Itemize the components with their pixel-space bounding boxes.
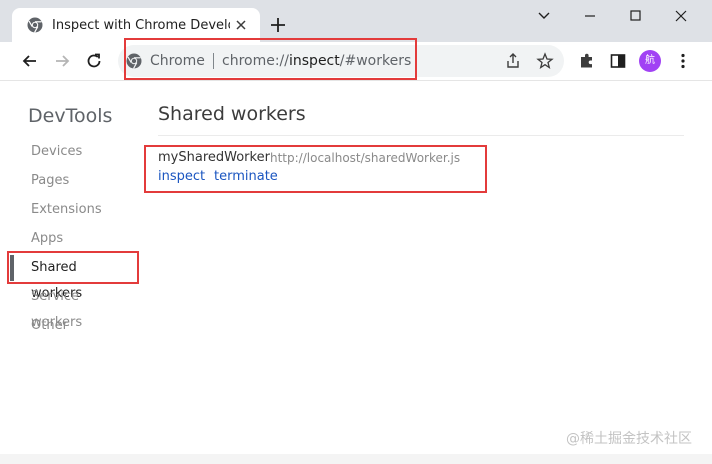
- star-icon[interactable]: [536, 52, 554, 70]
- sidebar-item-service-workers[interactable]: Service workers: [10, 284, 130, 330]
- url-scheme: chrome://: [222, 53, 289, 69]
- chevron-down-icon[interactable]: [532, 6, 556, 26]
- sidebar-item-extensions[interactable]: Extensions: [10, 197, 130, 223]
- omnibox-divider: [213, 53, 214, 69]
- tab-title: Inspect with Chrome Developer Tools: [52, 18, 230, 33]
- site-chip-label: Chrome: [150, 53, 205, 69]
- terminate-link[interactable]: terminate: [214, 169, 278, 185]
- forward-arrow-icon[interactable]: [52, 51, 72, 71]
- page-title: Shared workers: [158, 103, 306, 125]
- share-icon[interactable]: [504, 52, 522, 70]
- kebab-menu-icon[interactable]: [673, 51, 693, 71]
- omnibox[interactable]: Chrome chrome://inspect/#workers: [118, 45, 564, 77]
- sidebar-title: DevTools: [28, 105, 113, 127]
- watermark: @稀土掘金技术社区: [566, 431, 692, 447]
- sidebar-item-devices[interactable]: Devices: [10, 139, 130, 165]
- worker-name: mySharedWorker: [158, 150, 270, 165]
- toolbar: Chrome chrome://inspect/#workers 航: [0, 42, 712, 81]
- chrome-logo-icon: [126, 53, 142, 69]
- tab-inspect[interactable]: Inspect with Chrome Developer Tools: [12, 8, 260, 42]
- window-bottom-edge: [0, 454, 712, 464]
- inspect-link[interactable]: inspect: [158, 169, 205, 185]
- tab-strip: Inspect with Chrome Developer Tools: [0, 0, 712, 42]
- extensions-icon[interactable]: [577, 51, 597, 71]
- close-icon[interactable]: [233, 17, 249, 33]
- sidebar-item-shared-workers[interactable]: Shared workers: [10, 255, 130, 301]
- browser-window: Inspect with Chrome Developer Tools: [0, 0, 712, 464]
- chrome-favicon-icon: [27, 17, 43, 33]
- url-text[interactable]: chrome://inspect/#workers: [222, 52, 411, 70]
- url-path: /#workers: [339, 53, 412, 69]
- window-close-icon[interactable]: [669, 6, 693, 26]
- sidebar-item-pages[interactable]: Pages: [10, 168, 130, 194]
- maximize-icon[interactable]: [623, 6, 647, 26]
- minimize-icon[interactable]: [578, 6, 602, 26]
- section-divider: [158, 135, 684, 136]
- url-host: inspect: [289, 53, 340, 69]
- back-arrow-icon[interactable]: [20, 51, 40, 71]
- worker-url: http://localhost/sharedWorker.js: [270, 151, 461, 165]
- page-content: DevTools Devices Pages Extensions Apps S…: [0, 81, 712, 464]
- reload-icon[interactable]: [84, 51, 104, 71]
- plus-icon[interactable]: [268, 15, 288, 35]
- sidebar-item-other[interactable]: Other: [10, 313, 130, 339]
- avatar[interactable]: 航: [639, 50, 661, 72]
- sidebar-item-apps[interactable]: Apps: [10, 226, 130, 252]
- side-panel-icon[interactable]: [608, 51, 628, 71]
